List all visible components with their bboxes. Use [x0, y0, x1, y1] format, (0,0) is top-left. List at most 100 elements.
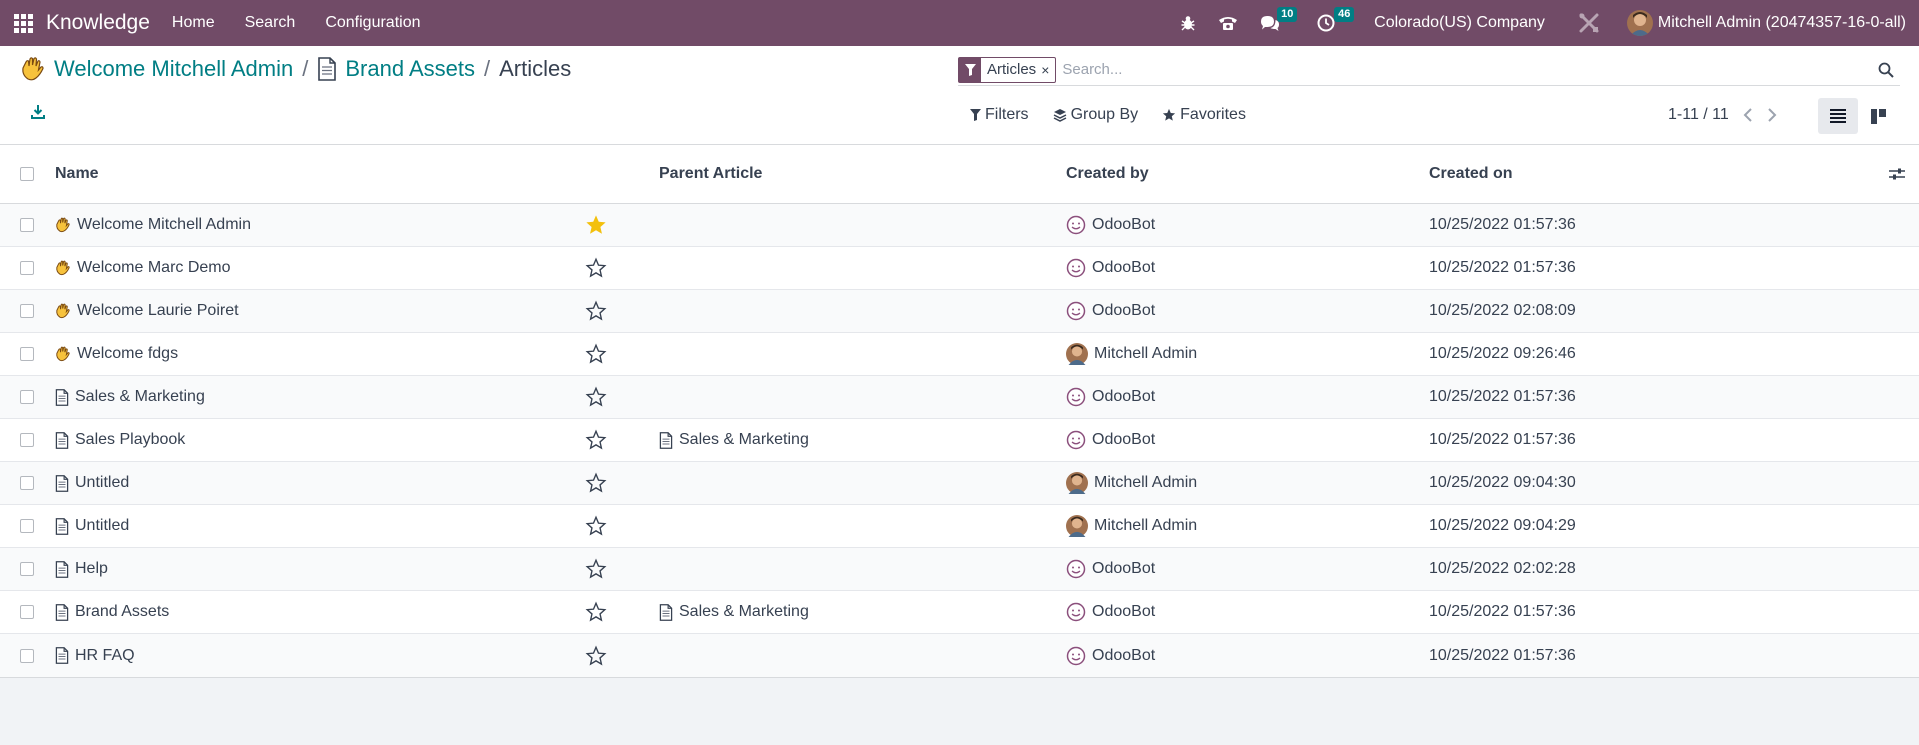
apps-menu-icon[interactable] [0, 0, 46, 46]
table-row[interactable]: Welcome Marc Demo OdooBot 10/25/2022 01:57… [0, 247, 1919, 290]
table-row[interactable]: Brand Assets Sales & Marketing OdooBot 10/2… [0, 591, 1919, 634]
messages-icon[interactable]: 10 [1260, 0, 1298, 46]
filters-toggle[interactable]: Filters [970, 106, 1029, 124]
row-checkbox[interactable] [20, 476, 34, 490]
star-outline-icon[interactable] [585, 558, 607, 580]
parent-article-cell[interactable]: Sales & Marketing [659, 603, 809, 621]
table-row[interactable]: HR FAQ OdooBot 10/25/2022 01:57:36 [0, 634, 1919, 677]
row-checkbox[interactable] [20, 648, 34, 663]
export-download-button[interactable] [30, 104, 46, 125]
odoobot-avatar-icon [1066, 215, 1086, 235]
phone-icon[interactable] [1218, 0, 1238, 46]
column-header-created-by[interactable]: Created by [1066, 165, 1149, 183]
table-row[interactable]: Untitled Mitchell Admin 10/25/2022 09:04:3… [0, 462, 1919, 505]
created-by-cell[interactable]: OdooBot [1066, 301, 1155, 321]
optional-columns-icon[interactable] [1889, 167, 1905, 186]
created-on-cell: 10/25/2022 09:26:46 [1429, 345, 1576, 362]
article-name-cell[interactable]: Welcome Mitchell Admin [55, 216, 251, 234]
list-body: Welcome Mitchell Admin OdooBot 10/25/2022 … [0, 204, 1919, 677]
star-outline-icon[interactable] [585, 601, 607, 623]
star-filled-icon[interactable] [585, 214, 607, 236]
table-row[interactable]: Welcome fdgs Mitchell Admin 10/25/2022 09:… [0, 333, 1919, 376]
row-checkbox[interactable] [20, 304, 34, 318]
article-name-cell[interactable]: Welcome Laurie Poiret [55, 302, 239, 320]
article-name-cell[interactable]: HR FAQ [55, 647, 135, 665]
kanban-view-icon [1870, 108, 1886, 124]
activities-count-badge: 46 [1334, 7, 1355, 22]
app-name[interactable]: Knowledge [46, 11, 150, 35]
breadcrumb-root-link[interactable]: Welcome Mitchell Admin [54, 56, 293, 82]
created-by-cell[interactable]: OdooBot [1066, 430, 1155, 450]
pager-next-icon[interactable] [1767, 107, 1777, 123]
group-by-toggle[interactable]: Group By [1053, 106, 1138, 124]
row-checkbox[interactable] [20, 605, 34, 619]
article-name-cell[interactable]: Untitled [55, 474, 129, 492]
star-outline-icon[interactable] [585, 386, 607, 408]
breadcrumb-parent-link[interactable]: Brand Assets [345, 56, 475, 82]
breadcrumb: Welcome Mitchell Admin / Brand Assets / … [20, 56, 571, 82]
article-name-cell[interactable]: Help [55, 560, 108, 578]
document-icon [55, 560, 69, 578]
created-by-cell[interactable]: Mitchell Admin [1066, 472, 1197, 494]
menu-search[interactable]: Search [245, 14, 296, 32]
table-row[interactable]: Sales & Marketing OdooBot 10/25/2022 01:57… [0, 376, 1919, 419]
column-header-created-on[interactable]: Created on [1429, 165, 1513, 183]
article-name-cell[interactable]: Welcome Marc Demo [55, 259, 231, 277]
debug-bug-icon[interactable] [1180, 0, 1196, 46]
star-outline-icon[interactable] [585, 257, 607, 279]
created-by-cell[interactable]: OdooBot [1066, 387, 1155, 407]
star-outline-icon[interactable] [585, 343, 607, 365]
created-by-cell[interactable]: OdooBot [1066, 646, 1155, 666]
article-name-cell[interactable]: Sales & Marketing [55, 388, 205, 406]
created-by-cell[interactable]: Mitchell Admin [1066, 515, 1197, 537]
star-outline-icon[interactable] [585, 300, 607, 322]
company-switcher[interactable]: Colorado(US) Company [1374, 14, 1545, 32]
created-by-cell[interactable]: Mitchell Admin [1066, 343, 1197, 365]
kanban-view-button[interactable] [1858, 98, 1898, 134]
user-menu[interactable]: Mitchell Admin (20474357-16-0-all) [1626, 10, 1906, 36]
article-name-cell[interactable]: Untitled [55, 517, 129, 535]
article-name-cell[interactable]: Brand Assets [55, 603, 169, 621]
row-checkbox[interactable] [20, 433, 34, 447]
created-by-cell[interactable]: OdooBot [1066, 602, 1155, 622]
article-name: Sales Playbook [75, 431, 186, 448]
row-checkbox[interactable] [20, 347, 34, 361]
settings-tools-icon[interactable] [1578, 0, 1600, 46]
star-outline-icon[interactable] [585, 515, 607, 537]
table-row[interactable]: Untitled Mitchell Admin 10/25/2022 09:04:2… [0, 505, 1919, 548]
table-row[interactable]: Welcome Laurie Poiret OdooBot 10/25/2022 0… [0, 290, 1919, 333]
row-checkbox[interactable] [20, 390, 34, 404]
menu-home[interactable]: Home [172, 14, 215, 32]
created-by-cell[interactable]: OdooBot [1066, 258, 1155, 278]
row-checkbox[interactable] [20, 519, 34, 533]
list-view-button[interactable] [1818, 98, 1858, 134]
select-all-checkbox[interactable] [20, 167, 34, 181]
article-name-cell[interactable]: Welcome fdgs [55, 345, 178, 363]
column-header-parent[interactable]: Parent Article [659, 165, 762, 183]
row-checkbox[interactable] [20, 562, 34, 576]
star-outline-icon[interactable] [585, 429, 607, 451]
table-row[interactable]: Help OdooBot 10/25/2022 02:02:28 [0, 548, 1919, 591]
column-header-name[interactable]: Name [55, 165, 99, 183]
created-by-cell[interactable]: OdooBot [1066, 215, 1155, 235]
pager-value[interactable]: 1-11 / 11 [1668, 106, 1729, 124]
article-name-cell[interactable]: Sales Playbook [55, 431, 185, 449]
created-by-cell[interactable]: OdooBot [1066, 559, 1155, 579]
favorites-toggle[interactable]: Favorites [1162, 106, 1246, 124]
menu-configuration[interactable]: Configuration [325, 14, 420, 32]
table-row[interactable]: Welcome Mitchell Admin OdooBot 10/25/2022 … [0, 204, 1919, 247]
facet-remove-icon[interactable]: × [1041, 62, 1055, 78]
search-input[interactable] [1062, 61, 1843, 78]
pager-previous-icon[interactable] [1743, 107, 1753, 123]
row-checkbox[interactable] [20, 218, 34, 232]
search-icon[interactable] [1878, 62, 1894, 83]
document-icon [317, 57, 337, 81]
row-checkbox[interactable] [20, 261, 34, 275]
parent-article-cell[interactable]: Sales & Marketing [659, 431, 809, 449]
table-row[interactable]: Sales Playbook Sales & Marketing OdooBot 10… [0, 419, 1919, 462]
activities-clock-icon[interactable]: 46 [1317, 0, 1355, 46]
star-outline-icon[interactable] [585, 472, 607, 494]
user-avatar [1626, 10, 1653, 36]
top-navbar: Knowledge Home Search Configuration 10 4… [0, 0, 1919, 46]
star-outline-icon[interactable] [585, 645, 607, 667]
